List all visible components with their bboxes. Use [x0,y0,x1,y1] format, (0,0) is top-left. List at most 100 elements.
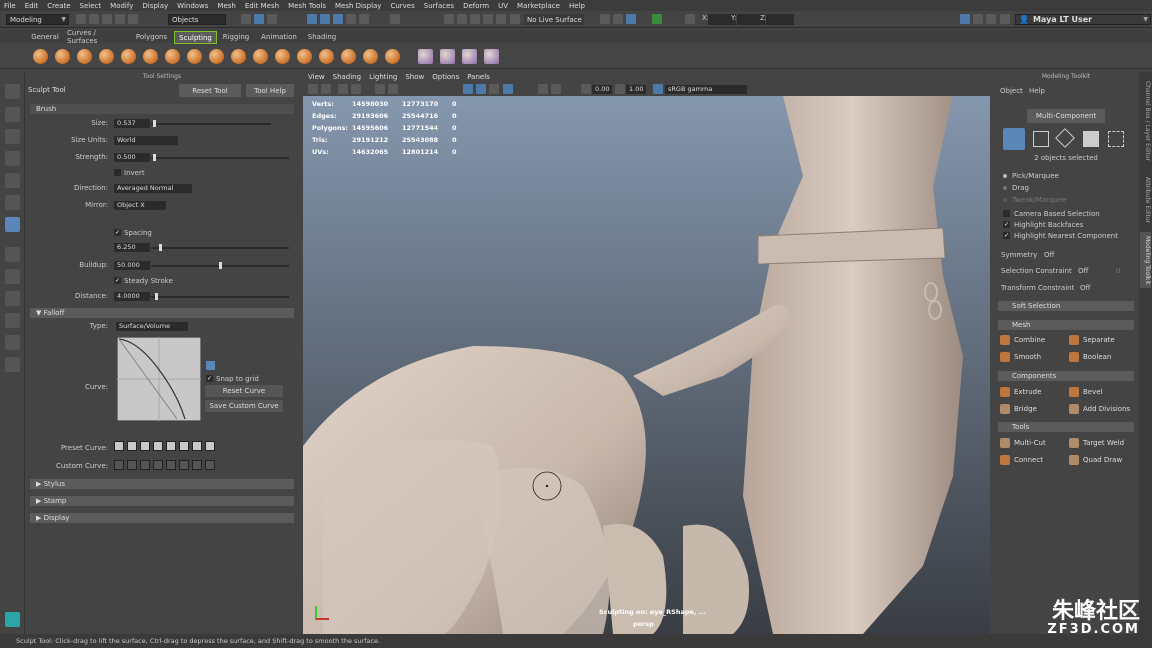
menu-help[interactable]: Help [569,2,585,10]
menu-marketplace[interactable]: Marketplace [517,2,560,10]
user-account-dropdown[interactable]: 👤 Maya LT User ▼ [1015,14,1151,25]
magnet-live-icon[interactable] [510,14,520,24]
smooth-brush-icon[interactable] [55,49,70,64]
preset-curve-swatch[interactable] [166,441,176,451]
lock-icon[interactable] [390,14,400,24]
fill-brush-icon[interactable] [297,49,312,64]
custom-curve-swatch[interactable] [166,460,176,470]
menu-set-dropdown[interactable]: Modeling ▼ [6,14,69,25]
scale-tool-icon[interactable] [5,195,20,210]
channel-box-tab[interactable]: Channel Box / Layer Editor [1140,76,1151,166]
side-by-side-icon[interactable] [5,291,20,306]
menu-modify[interactable]: Modify [110,2,133,10]
highlight-nearest-checkbox[interactable]: ✓ [1003,232,1010,239]
gamma-icon[interactable] [615,84,625,94]
menu-edit[interactable]: Edit [25,2,39,10]
custom-curve-swatch[interactable] [114,460,124,470]
preset-curve-swatch[interactable] [153,441,163,451]
viewport-menu-lighting[interactable]: Lighting [369,73,397,81]
smooth-shade-icon[interactable] [463,84,473,94]
transform-constraint-dropdown[interactable]: Off [1080,284,1090,292]
custom-curve-swatch[interactable] [153,460,163,470]
soft-selection-header[interactable]: Soft Selection [998,301,1134,311]
foamy-brush-icon[interactable] [165,49,180,64]
stylus-section-header[interactable]: ▶ Stylus [30,479,294,489]
edge-mode-icon[interactable] [1055,128,1075,148]
live-surface-field[interactable]: No Live Surface [524,14,584,25]
combine-button[interactable]: Combine [998,333,1064,347]
camera-attr-icon[interactable] [321,84,331,94]
preset-curve-swatch[interactable] [205,441,215,451]
selection-constraint-dropdown[interactable]: Off [1078,267,1088,275]
repeat-brush-icon[interactable] [209,49,224,64]
outliner-icon[interactable] [5,357,20,372]
toolkit-menu-help[interactable]: Help [1029,87,1045,95]
tab-animation[interactable]: Animation [258,31,300,42]
snap-curve-icon[interactable] [320,14,330,24]
custom-curve-swatch[interactable] [127,460,137,470]
reset-curve-button[interactable]: Reset Curve [205,385,283,397]
falloff-curve-editor[interactable] [117,337,201,421]
gamma-field[interactable]: 1.00 [626,85,646,94]
uv-mode-icon[interactable] [1108,131,1124,147]
stamp-section-header[interactable]: ▶ Stamp [30,496,294,506]
menu-windows[interactable]: Windows [177,2,208,10]
multi-cut-button[interactable]: Multi-Cut [998,436,1064,450]
vertex-mode-icon[interactable] [1033,131,1049,147]
custom-curve-swatch[interactable] [192,460,202,470]
menu-mesh-tools[interactable]: Mesh Tools [288,2,326,10]
tool-settings-icon[interactable] [1000,14,1010,24]
paint-select-icon[interactable] [5,129,20,144]
save-custom-curve-button[interactable]: Save Custom Curve [205,400,283,412]
open-scene-icon[interactable] [89,14,99,24]
menu-select[interactable]: Select [80,2,102,10]
toolkit-menu-object[interactable]: Object [1000,87,1023,95]
snap-grid-icon[interactable] [307,14,317,24]
select-tool-icon[interactable] [5,84,20,99]
viewport-menu-shading[interactable]: Shading [333,73,361,81]
bevel-button[interactable]: Bevel [1067,385,1133,399]
scrape-brush-icon[interactable] [275,49,290,64]
camera-based-selection-checkbox[interactable] [1003,210,1010,217]
image-plane-icon[interactable] [351,84,361,94]
amplify-brush-icon[interactable] [385,49,400,64]
menu-file[interactable]: File [4,2,16,10]
direction-dropdown[interactable]: Averaged Normal [114,184,192,193]
buildup-field[interactable]: 50.000 [114,261,150,270]
display-section-header[interactable]: ▶ Display [30,513,294,523]
menu-deform[interactable]: Deform [463,2,489,10]
selection-mode-dropdown[interactable]: Objects [168,14,226,25]
single-view-icon[interactable] [5,247,20,262]
brush-section-header[interactable]: Brush [30,104,294,114]
tab-shading[interactable]: Shading [304,31,340,42]
viewport-menu-view[interactable]: View [308,73,325,81]
symmetry-dropdown[interactable]: Off [1044,251,1054,259]
drag-radio[interactable] [1003,186,1007,190]
render-settings-icon[interactable] [600,14,610,24]
color-management-icon[interactable] [653,84,663,94]
mesh-section-header[interactable]: Mesh [998,320,1134,330]
tab-general[interactable]: General [28,31,62,42]
lighting-icon[interactable] [503,84,513,94]
menu-surfaces[interactable]: Surfaces [424,2,454,10]
convert-to-frozen-icon[interactable] [440,49,455,64]
components-section-header[interactable]: Components [998,371,1134,381]
unfreeze-icon[interactable] [462,49,477,64]
snap-to-grid-checkbox[interactable]: ✓ [206,375,213,382]
tool-help-button[interactable]: Tool Help [246,84,294,97]
distance-field[interactable]: 4.0000 [114,292,150,301]
magnet-surface-icon[interactable] [457,14,467,24]
magnet-vertex-icon[interactable] [483,14,493,24]
undo-icon[interactable] [115,14,125,24]
tab-curves-surfaces[interactable]: Curves / Surfaces [67,29,127,45]
add-divisions-button[interactable]: Add Divisions [1067,402,1133,416]
viewport-menu-show[interactable]: Show [405,73,424,81]
highlight-backfaces-checkbox[interactable]: ✓ [1003,221,1010,228]
extrude-button[interactable]: Extrude [998,385,1064,399]
custom-curve-swatch[interactable] [179,460,189,470]
view-transform-dropdown[interactable]: sRGB gamma [665,85,747,94]
connect-button[interactable]: Connect [998,453,1064,467]
snap-view-icon[interactable] [346,14,356,24]
spacing-slider[interactable] [151,244,289,251]
spacing-field[interactable]: 6.250 [114,243,150,252]
